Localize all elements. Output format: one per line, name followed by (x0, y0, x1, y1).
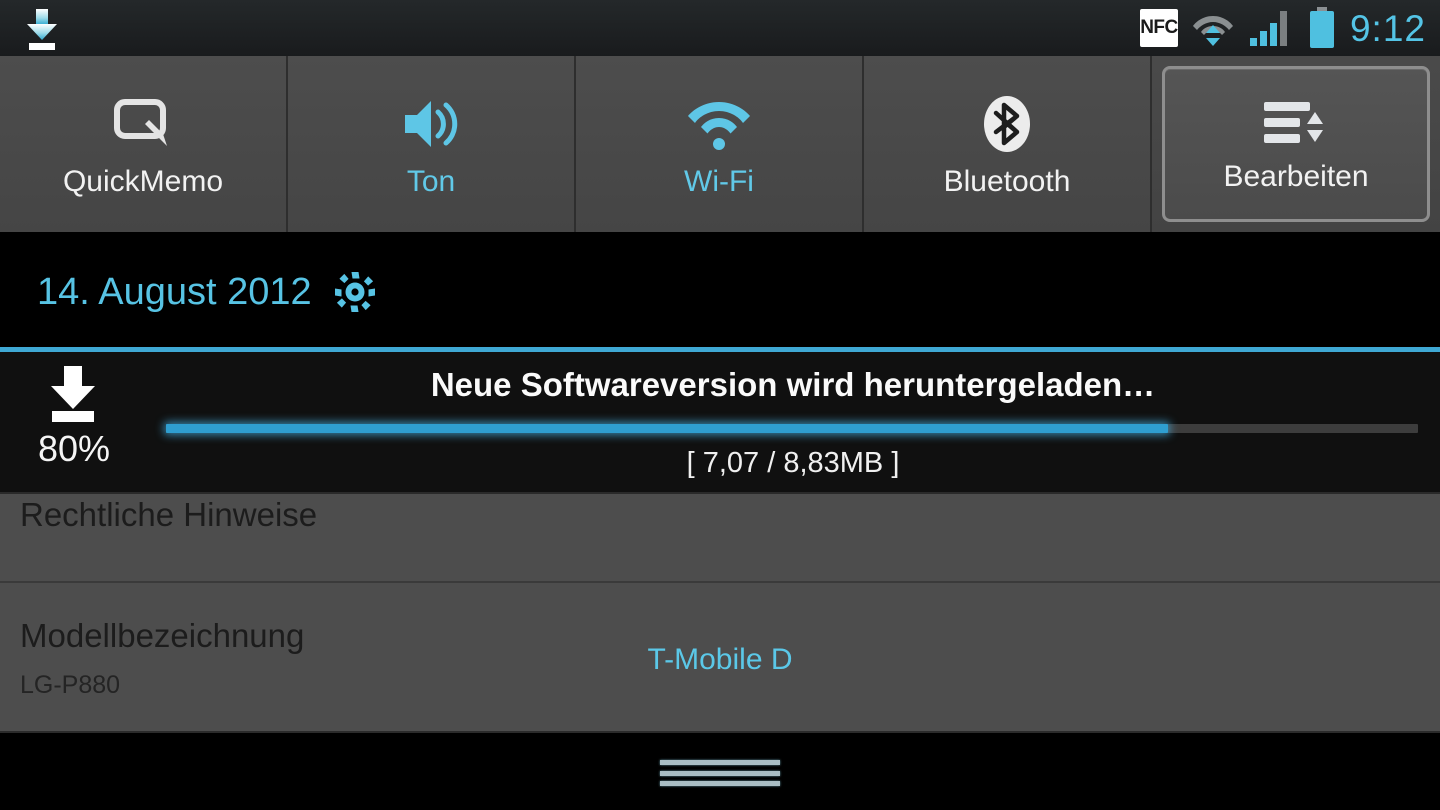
edit-button-label: Bearbeiten (1223, 160, 1369, 193)
drag-handle-icon[interactable] (660, 760, 780, 786)
toggle-quickmemo[interactable]: QuickMemo (0, 56, 288, 232)
list-item-legal[interactable]: Rechtliche Hinweise (0, 484, 1440, 583)
download-arrow-icon (27, 9, 57, 50)
current-date: 14. August 2012 (37, 270, 312, 313)
wifi-icon (684, 89, 754, 159)
drag-handle-line (660, 760, 780, 765)
android-notification-shade: Rechtliche Hinweise Modellbezeichnung LG… (0, 0, 1440, 810)
battery-full-icon (1309, 7, 1334, 48)
quick-toggle-row: QuickMemo Ton Wi-Fi Bluetooth Bearbeiten (0, 56, 1440, 232)
list-item-value: T-Mobile D (647, 643, 793, 676)
edit-toggles-button[interactable]: Bearbeiten (1152, 56, 1440, 232)
toggle-bluetooth[interactable]: Bluetooth (864, 56, 1152, 232)
sound-speaker-icon (399, 89, 463, 159)
status-bar: NFC 9:12 (0, 0, 1440, 56)
reorder-sort-icon (1264, 102, 1323, 143)
status-bar-clock: 9:12 (1349, 7, 1426, 49)
wifi-transfer-icon (1192, 16, 1233, 46)
list-item-title: Rechtliche Hinweise (20, 496, 318, 533)
toggle-label: Ton (406, 165, 456, 198)
shade-panel: NFC 9:12 QuickMemo Ton Wi-Fi Bluetooth B… (0, 0, 1440, 494)
drag-handle-line (660, 781, 780, 786)
status-bar-icons: NFC 9:12 (1139, 0, 1426, 56)
edit-button-box: Bearbeiten (1162, 66, 1430, 222)
toggle-label: Bluetooth (943, 165, 1071, 198)
date-row: 14. August 2012 (0, 232, 1440, 352)
notification-download[interactable]: 80% Neue Softwareversion wird herunterge… (0, 352, 1440, 494)
nfc-icon: NFC (1139, 9, 1178, 47)
gear-icon[interactable] (334, 271, 376, 313)
list-item-model[interactable]: Modellbezeichnung LG-P880 T-Mobile D (0, 583, 1440, 733)
download-percent: 80% (37, 428, 111, 469)
signal-bars-icon (1249, 11, 1287, 46)
toggle-label: Wi-Fi (684, 165, 754, 198)
shade-bottom-bar (0, 735, 1440, 810)
download-progress-fill (166, 424, 1168, 433)
bluetooth-icon (978, 89, 1036, 159)
download-arrow-icon (51, 366, 95, 422)
download-progress-bar (166, 424, 1418, 433)
toggle-sound[interactable]: Ton (288, 56, 576, 232)
toggle-wifi[interactable]: Wi-Fi (576, 56, 864, 232)
quickmemo-icon (111, 89, 175, 159)
toggle-label: QuickMemo (62, 165, 224, 198)
drag-handle-line (660, 770, 780, 776)
notification-title: Neue Softwareversion wird heruntergelade… (430, 366, 1156, 403)
notification-subtitle: [ 7,07 / 8,83MB ] (686, 447, 900, 479)
